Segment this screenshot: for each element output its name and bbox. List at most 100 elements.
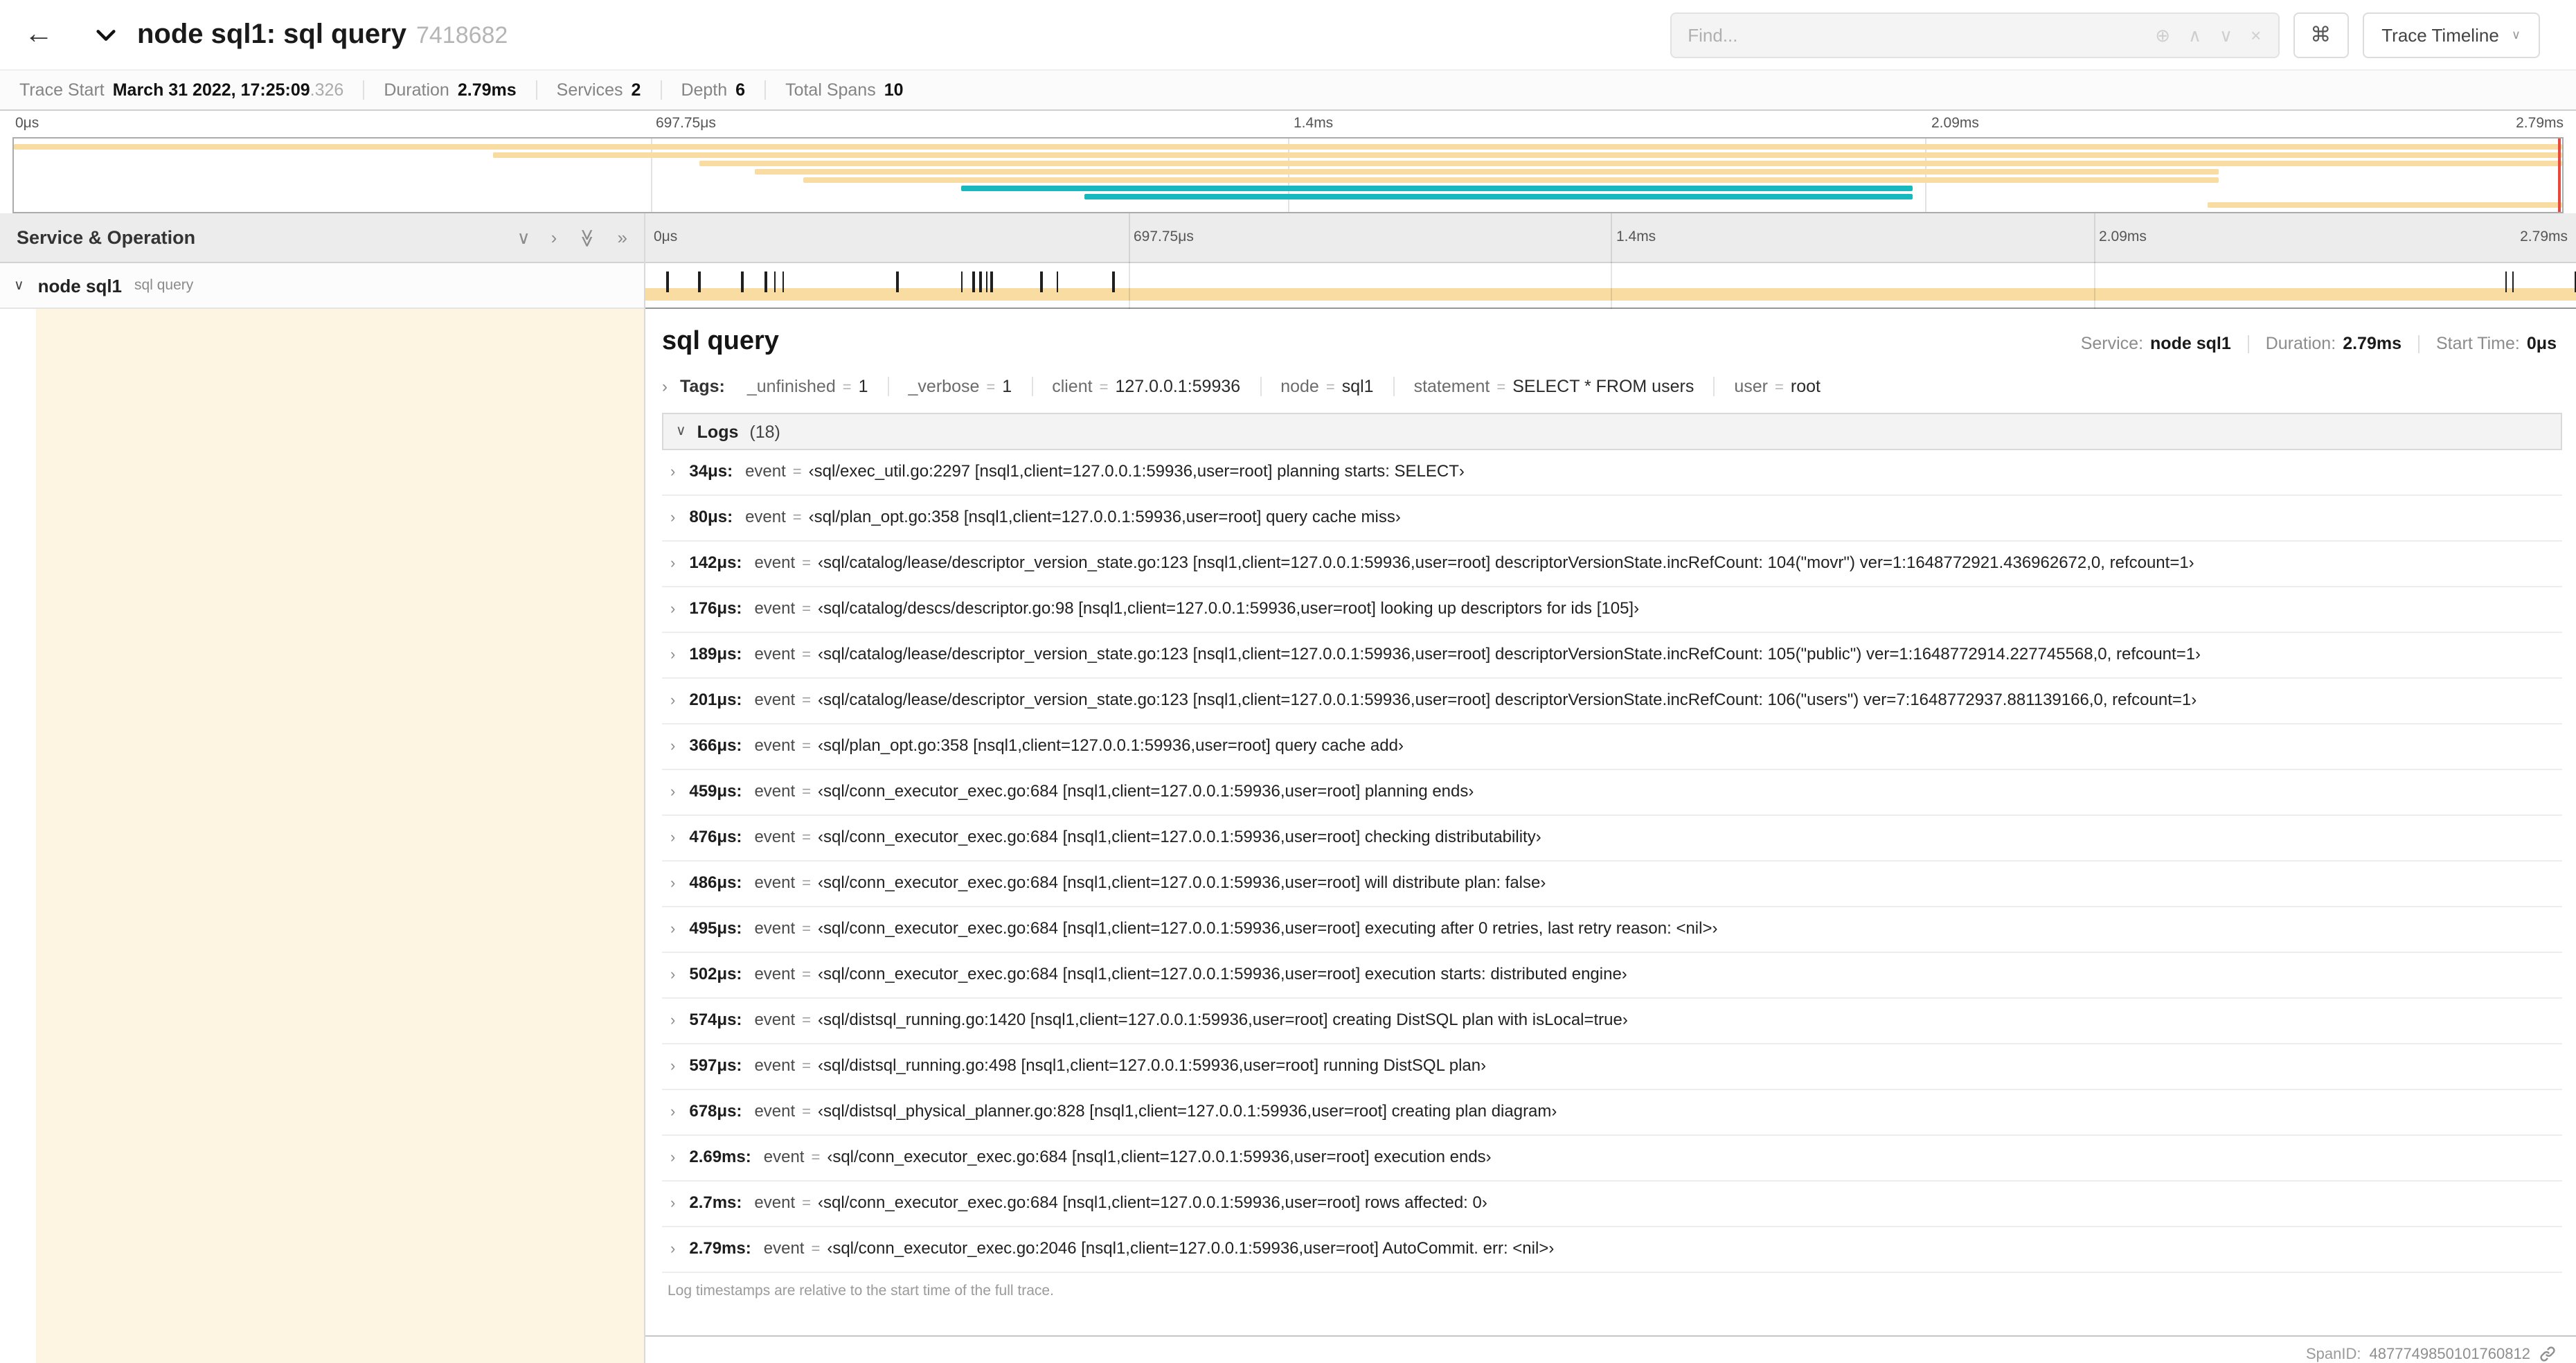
log-value: ‹sql/conn_executor_exec.go:684 [nsql1,cl… [827, 1147, 1492, 1166]
log-tick [1112, 271, 1115, 292]
log-timestamp: 189μs: [689, 644, 742, 663]
log-equals: = [792, 510, 802, 526]
collapse-trace-chevron-icon[interactable] [94, 23, 118, 46]
tag-item: node = sql1 [1260, 377, 1393, 396]
service-operation-column: Service & Operation ∨ › ≫ » ∨ node sql1 … [0, 213, 645, 1363]
log-row[interactable]: › 34μs: event = ‹sql/exec_util.go:2297 [nsql… [662, 450, 2562, 496]
keyboard-shortcuts-button[interactable]: ⌘ [2293, 12, 2349, 57]
log-row[interactable]: › 80μs: event = ‹sql/plan_opt.go:358 [nsql1,… [662, 496, 2562, 542]
log-key: event [754, 553, 796, 572]
log-timestamp: 80μs: [689, 507, 733, 526]
find-next-icon[interactable]: ∨ [2219, 26, 2233, 44]
log-equals: = [811, 1241, 821, 1258]
log-key: event [754, 690, 796, 709]
find-prev-icon[interactable]: ∧ [2188, 26, 2201, 44]
log-row[interactable]: › 201μs: event = ‹sql/catalog/lease/descript… [662, 679, 2562, 724]
log-row[interactable]: › 502μs: event = ‹sql/conn_executor_exec.go:… [662, 953, 2562, 999]
log-tick [666, 271, 669, 292]
log-row[interactable]: › 176μs: event = ‹sql/catalog/descs/descript… [662, 587, 2562, 633]
collapse-all-icon[interactable]: ≫ [576, 228, 598, 247]
expand-one-icon[interactable]: › [551, 226, 557, 249]
log-equals: = [802, 830, 812, 846]
log-row[interactable]: › 495μs: event = ‹sql/conn_executor_exec.go:… [662, 907, 2562, 953]
log-row[interactable]: › 574μs: event = ‹sql/distsql_running.go:142… [662, 999, 2562, 1044]
chevron-right-icon: › [670, 738, 676, 755]
chevron-right-icon: › [670, 693, 676, 709]
chevron-right-icon: › [670, 967, 676, 983]
log-key: event [754, 1193, 796, 1212]
span-row-label[interactable]: ∨ node sql1 sql query [0, 263, 644, 309]
log-key: event [745, 461, 786, 481]
log-row[interactable]: › 142μs: event = ‹sql/catalog/lease/descript… [662, 542, 2562, 587]
chevron-right-icon: › [662, 377, 668, 396]
chevron-right-icon: › [670, 1195, 676, 1212]
log-equals: = [802, 1058, 812, 1075]
log-equals: = [802, 555, 812, 572]
log-row[interactable]: › 2.79ms: event = ‹sql/conn_executor_exec.go… [662, 1227, 2562, 1273]
log-row[interactable]: › 476μs: event = ‹sql/conn_executor_exec.go:… [662, 816, 2562, 862]
log-row[interactable]: › 597μs: event = ‹sql/distsql_running.go:498… [662, 1044, 2562, 1090]
timeline-main: Service & Operation ∨ › ≫ » ∨ node sql1 … [0, 213, 2576, 1363]
trace-view-dropdown[interactable]: Trace Timeline ∨ [2362, 12, 2540, 57]
log-value: ‹sql/catalog/descs/descriptor.go:98 [nsq… [818, 598, 1640, 618]
chevron-right-icon: › [670, 1150, 676, 1166]
log-row[interactable]: › 189μs: event = ‹sql/catalog/lease/descript… [662, 633, 2562, 679]
logs-note: Log timestamps are relative to the start… [668, 1283, 1054, 1299]
minimap-span-bar [1084, 194, 1913, 199]
log-equals: = [802, 738, 812, 755]
find-zoom-icon[interactable]: ⊕ [2155, 26, 2170, 44]
log-value: ‹sql/conn_executor_exec.go:684 [nsql1,cl… [818, 918, 1718, 938]
span-timeline-row[interactable] [645, 263, 2576, 309]
ruler-tick-label: 697.75μs [1134, 229, 1194, 245]
log-tick [990, 271, 993, 292]
log-tick [764, 271, 767, 292]
chevron-down-icon[interactable]: ∨ [14, 278, 24, 293]
logs-section: ∨ Logs (18) › 34μs: event = ‹sql/exec_util.g… [662, 413, 2562, 1302]
minimap-tick-label: 0μs [15, 115, 39, 132]
log-value: ‹sql/conn_executor_exec.go:684 [nsql1,cl… [818, 781, 1474, 801]
span-id-value: 4877749850101760812 [2369, 1346, 2531, 1362]
page-header: ← node sql1: sql query7418682 ⊕ ∧ ∨ × ⌘ … [0, 0, 2576, 69]
logs-header[interactable]: ∨ Logs (18) [662, 413, 2562, 450]
chevron-right-icon: › [670, 1104, 676, 1121]
span-duration-bar[interactable] [645, 288, 2576, 301]
log-equals: = [792, 464, 802, 481]
log-row[interactable]: › 486μs: event = ‹sql/conn_executor_exec.go:… [662, 862, 2562, 907]
find-input[interactable] [1688, 24, 2138, 45]
log-value: ‹sql/catalog/lease/descriptor_version_st… [818, 644, 2201, 663]
expand-all-icon[interactable]: » [618, 226, 627, 249]
summary-depth: Depth 6 [660, 80, 764, 100]
log-row[interactable]: › 2.69ms: event = ‹sql/conn_executor_exec.go… [662, 1136, 2562, 1182]
chevron-right-icon: › [670, 464, 676, 481]
log-row[interactable]: › 2.7ms: event = ‹sql/conn_executor_exec.go:… [662, 1182, 2562, 1227]
chevron-right-icon: › [670, 555, 676, 572]
find-box[interactable]: ⊕ ∧ ∨ × [1670, 12, 2280, 57]
log-tick [773, 271, 776, 292]
minimap-span-bar [755, 169, 2219, 175]
link-icon[interactable] [2539, 1345, 2557, 1363]
tag-item: statement = SELECT * FROM users [1393, 377, 1714, 396]
log-timestamp: 366μs: [689, 736, 742, 755]
ruler-tick-label: 2.09ms [2099, 229, 2147, 245]
log-row[interactable]: › 366μs: event = ‹sql/plan_opt.go:358 [nsql1… [662, 724, 2562, 770]
summary-trace-start: Trace Start March 31 2022, 17:25:09.326 [19, 80, 344, 100]
service-operation-title: Service & Operation [17, 227, 196, 248]
minimap-graph[interactable] [12, 137, 2564, 213]
log-tick [896, 271, 899, 292]
meta-divider [2247, 335, 2249, 353]
chevron-down-icon: ∨ [676, 424, 686, 439]
log-row[interactable]: › 459μs: event = ‹sql/conn_executor_exec.go:… [662, 770, 2562, 816]
collapse-one-icon[interactable]: ∨ [517, 226, 530, 249]
log-key: event [754, 781, 796, 801]
back-button[interactable]: ← [14, 10, 64, 60]
log-value: ‹sql/plan_opt.go:358 [nsql1,client=127.0… [818, 736, 1404, 755]
log-equals: = [802, 647, 812, 663]
find-clear-icon[interactable]: × [2251, 26, 2261, 44]
ruler-tick-label: 1.4ms [1616, 229, 1656, 245]
log-equals: = [802, 1195, 811, 1212]
minimap-cursor-line[interactable] [2558, 139, 2561, 212]
meta-service-label: Service: [2080, 334, 2144, 353]
log-tick [960, 271, 963, 292]
log-row[interactable]: › 678μs: event = ‹sql/distsql_physical_plann… [662, 1090, 2562, 1136]
tags-row[interactable]: › Tags: _unfinished = 1 _verbose = 1 client = 12… [662, 377, 2562, 396]
